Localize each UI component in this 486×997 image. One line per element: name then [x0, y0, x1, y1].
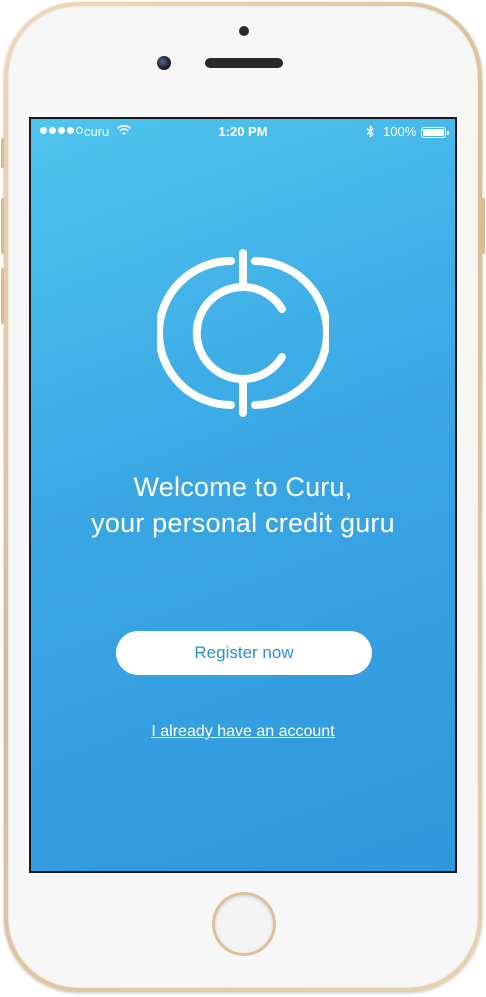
mute-switch: [1, 138, 4, 168]
welcome-line-1: Welcome to Curu,: [133, 472, 353, 502]
welcome-heading: Welcome to Curu, your personal credit gu…: [31, 469, 455, 541]
battery-icon: [421, 127, 449, 138]
volume-up-button: [1, 198, 4, 254]
volume-down-button: [1, 268, 4, 324]
app-screen: curu 1:20 PM 100% Welcome to Curu, your …: [29, 117, 457, 873]
welcome-line-2: your personal credit guru: [91, 508, 395, 538]
register-button[interactable]: Register now: [116, 631, 372, 675]
proximity-sensor: [239, 26, 249, 36]
curu-logo: [157, 249, 329, 417]
earpiece-speaker: [205, 58, 283, 68]
power-button: [482, 198, 485, 254]
battery-percentage: 100%: [383, 124, 417, 139]
status-bar: curu 1:20 PM 100%: [31, 119, 455, 145]
login-link[interactable]: I already have an account: [31, 723, 455, 741]
front-camera: [157, 56, 171, 70]
bluetooth-icon: [366, 125, 374, 138]
home-button[interactable]: [212, 892, 276, 956]
